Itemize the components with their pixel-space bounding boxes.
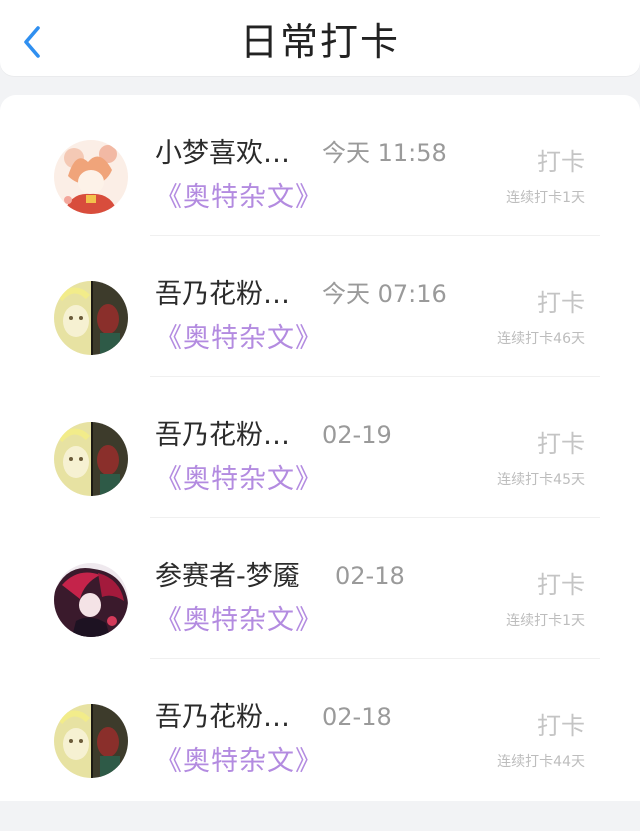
streak-label: 连续打卡46天	[497, 331, 585, 347]
streak-label: 连续打卡1天	[506, 190, 585, 206]
checkin-item[interactable]: 吾乃花粉… 02-18 《奥特杂文》 打卡 连续打卡44天	[0, 659, 640, 800]
topic-link[interactable]: 《奥特杂文》	[155, 604, 323, 638]
streak-label: 连续打卡45天	[497, 472, 585, 488]
user-avatar[interactable]	[54, 563, 128, 637]
topic-link[interactable]: 《奥特杂文》	[155, 463, 323, 497]
user-avatar[interactable]	[54, 140, 128, 214]
user-name[interactable]: 参赛者-梦魇	[155, 560, 300, 594]
checkin-item[interactable]: 参赛者-梦魇 02-18 《奥特杂文》 打卡 连续打卡1天	[0, 518, 640, 659]
user-avatar[interactable]	[54, 281, 128, 355]
user-name[interactable]: 吾乃花粉…	[155, 278, 290, 312]
checkin-item[interactable]: 小梦喜欢… 今天 11:58 《奥特杂文》 打卡 连续打卡1天	[0, 95, 640, 236]
top-nav-bar: 日常打卡	[0, 0, 640, 76]
checkin-item[interactable]: 吾乃花粉… 今天 07:16 《奥特杂文》 打卡 连续打卡46天	[0, 236, 640, 377]
topic-link[interactable]: 《奥特杂文》	[155, 181, 323, 215]
dark-red-anime-avatar-icon	[54, 563, 128, 637]
topic-link[interactable]: 《奥特杂文》	[155, 322, 323, 356]
checkin-time: 02-18	[322, 703, 392, 731]
checkin-time: 今天 11:58	[322, 139, 447, 167]
anime-girl-avatar-icon	[54, 140, 128, 214]
user-name[interactable]: 小梦喜欢…	[155, 137, 290, 171]
user-avatar[interactable]	[54, 704, 128, 778]
checkin-button[interactable]: 打卡	[537, 429, 585, 459]
checkin-button[interactable]: 打卡	[537, 147, 585, 177]
checkin-button[interactable]: 打卡	[537, 570, 585, 600]
topic-link[interactable]: 《奥特杂文》	[155, 745, 323, 779]
checkin-time: 02-19	[322, 421, 392, 449]
checkin-item[interactable]: 吾乃花粉… 02-19 《奥特杂文》 打卡 连续打卡45天	[0, 377, 640, 518]
split-anime-avatar-icon	[54, 422, 128, 496]
user-name[interactable]: 吾乃花粉…	[155, 701, 290, 735]
checkin-list: 小梦喜欢… 今天 11:58 《奥特杂文》 打卡 连续打卡1天 吾乃花粉… 今天…	[0, 95, 640, 801]
checkin-time: 02-18	[335, 562, 405, 590]
user-avatar[interactable]	[54, 422, 128, 496]
streak-label: 连续打卡1天	[506, 613, 585, 629]
page-title: 日常打卡	[239, 20, 400, 64]
checkin-button[interactable]: 打卡	[537, 711, 585, 741]
checkin-button[interactable]: 打卡	[537, 288, 585, 318]
split-anime-avatar-icon	[54, 704, 128, 778]
checkin-time: 今天 07:16	[322, 280, 447, 308]
streak-label: 连续打卡44天	[497, 754, 585, 770]
user-name[interactable]: 吾乃花粉…	[155, 419, 290, 453]
split-anime-avatar-icon	[54, 281, 128, 355]
